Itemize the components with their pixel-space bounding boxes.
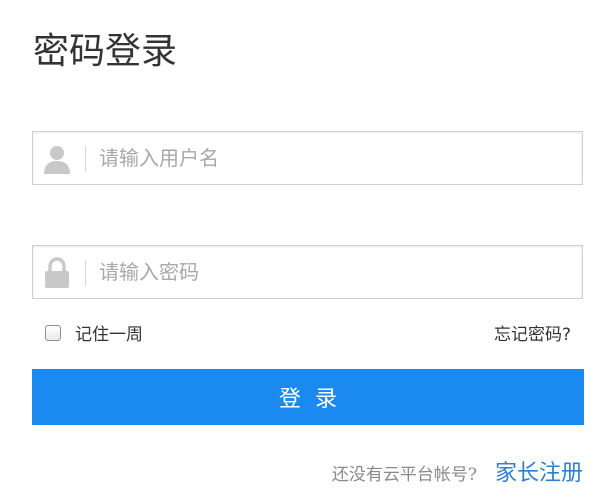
register-prompt: 还没有云平台帐号? 家长注册 [332, 455, 583, 487]
remember-me-label: 记住一周 [75, 325, 143, 345]
parent-register-link[interactable]: 家长注册 [495, 455, 583, 487]
login-panel: 密码登录 记住一周 忘记密码? 登录 还没有云平台帐号? 家长注册 [0, 0, 595, 500]
no-account-text: 还没有云平台帐号? [331, 465, 477, 485]
username-divider [85, 146, 86, 172]
lock-icon [41, 257, 73, 289]
password-divider [85, 260, 86, 286]
password-input[interactable] [99, 246, 569, 298]
forgot-password-link[interactable]: 忘记密码? [494, 320, 571, 345]
password-field[interactable] [32, 245, 583, 299]
page-title: 密码登录 [33, 31, 178, 72]
login-button[interactable]: 登录 [32, 369, 584, 425]
username-input[interactable] [99, 132, 569, 184]
remember-me-option[interactable]: 记住一周 [45, 320, 143, 345]
username-field[interactable] [32, 131, 583, 185]
user-icon [41, 143, 73, 175]
remember-me-checkbox[interactable] [45, 324, 61, 341]
